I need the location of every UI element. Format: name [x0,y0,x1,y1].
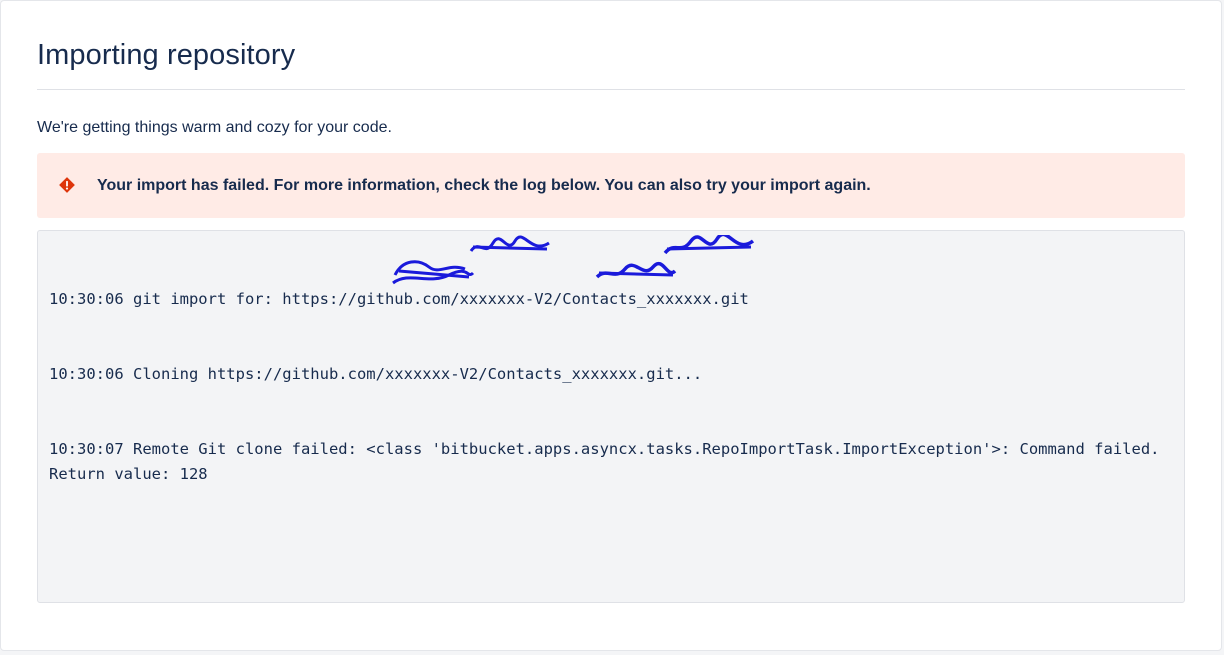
error-alert: Your import has failed. For more informa… [37,153,1185,218]
log-line: 10:30:06 git import for: https://github.… [49,290,749,308]
page-subtitle: We're getting things warm and cozy for y… [37,119,392,136]
error-icon [59,177,75,193]
import-card: Importing repository We're getting thing… [0,0,1222,651]
error-message: Your import has failed. For more informa… [97,177,871,194]
title-divider [37,89,1185,90]
page-title: Importing repository [37,39,296,71]
import-log[interactable]: 10:30:06 git import for: https://github.… [37,230,1185,603]
log-line: 10:30:06 Cloning https://github.com/xxxx… [49,365,703,383]
log-line: 10:30:07 Remote Git clone failed: <class… [49,440,1169,483]
